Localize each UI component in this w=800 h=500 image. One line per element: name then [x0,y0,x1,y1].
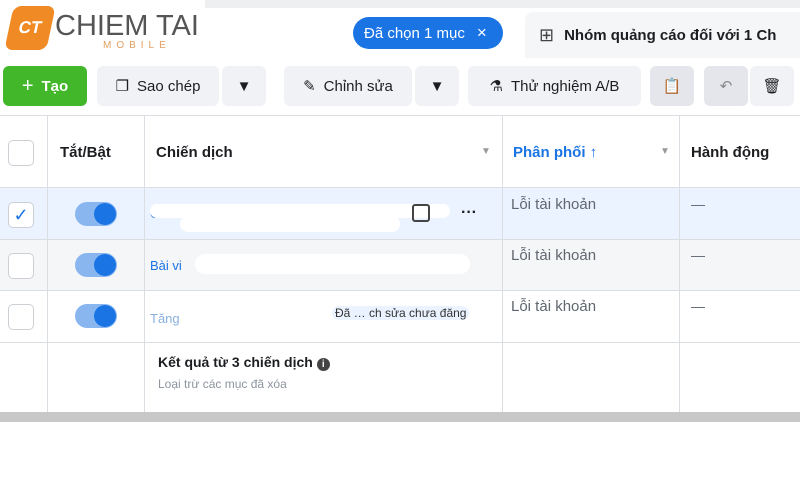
delivery-status: Lỗi tài khoản [511,247,597,264]
toolbar: + Tạo ❐ Sao chép ▼ ✎ Chỉnh sửa ▼ ⚗ Thử nghiệ… [0,66,800,106]
copy-dropdown-button[interactable]: ▼ [222,66,266,106]
campaign-name[interactable]: Bài vi [150,258,182,273]
logo-name: CHIEM TAI [55,10,199,42]
logo-mark: CT [4,6,56,50]
campaign-table: Tắt/Bật Chiến dịch ▼ Phân phối ↑ ▼ Hành … [0,115,800,412]
undo-button[interactable]: ↶ [704,66,748,106]
view-icon[interactable] [412,204,430,222]
plus-icon: + [21,74,34,97]
row-checkbox[interactable] [8,253,34,279]
copy-icon: ❐ [115,78,130,95]
copy-label: Sao chép [137,77,201,95]
delete-button[interactable]: 🗑 [750,66,794,106]
toggle-switch[interactable] [75,202,117,226]
tab-ad-sets[interactable]: ⊞ Nhóm quảng cáo đối với 1 Ch [525,12,800,58]
row-checkbox[interactable] [8,304,34,330]
toggle-switch[interactable] [75,253,117,277]
clipboard-icon: 📋 [662,78,682,95]
close-icon[interactable]: × [477,23,487,43]
edit-dropdown-button[interactable]: ▼ [415,66,459,106]
more-icon[interactable]: ··· [461,204,477,222]
logo: CT CHIEM TAI MOBILE [4,2,205,54]
create-label: Tạo [41,77,69,95]
copy-button[interactable]: ❐ Sao chép [97,66,219,106]
top-strip [205,0,800,8]
header-delivery[interactable]: Phân phối ↑ [513,144,597,161]
info-icon[interactable]: i [316,358,330,371]
horizontal-scrollbar[interactable] [0,412,800,422]
row-checkbox[interactable]: ✓ [8,202,34,228]
edit-status-badge: Đã … ch sửa chưa đăng [332,306,470,320]
create-button[interactable]: + Tạo [3,66,87,106]
pencil-icon: ✎ [303,78,316,95]
flask-icon: ⚗ [489,78,503,95]
selection-pill[interactable]: Đã chọn 1 mục × [353,17,503,49]
action-value: — [691,196,705,212]
campaign-name[interactable]: Tăng [150,311,180,326]
summary-text: Kết quả từ 3 chiến dịch [158,354,313,370]
header-toggle: Tắt/Bật [60,144,111,161]
header-action: Hành động [691,144,770,161]
caret-down-icon: ▼ [429,77,445,95]
action-value: — [691,298,705,314]
edit-button[interactable]: ✎ Chỉnh sửa [284,66,412,106]
caret-down-icon[interactable]: ▼ [481,146,491,157]
ab-test-label: Thử nghiệm A/B [511,77,620,95]
selection-label: Đã chọn 1 mục [364,24,465,42]
select-all-checkbox[interactable] [8,140,34,166]
action-value: — [691,247,705,263]
summary-title: Kết quả từ 3 chiến dịch i [158,354,330,371]
header-campaign[interactable]: Chiến dịch [156,144,233,161]
delivery-status: Lỗi tài khoản [511,298,597,315]
clipboard-button[interactable]: 📋 [650,66,694,106]
grid-icon: ⊞ [539,24,555,45]
delivery-status: Lỗi tài khoản [511,196,597,213]
tab-label: Nhóm quảng cáo đối với 1 Ch [564,26,777,44]
caret-down-icon: ▼ [236,77,252,95]
trash-icon: 🗑 [762,78,782,95]
ab-test-button[interactable]: ⚗ Thử nghiệm A/B [468,66,641,106]
summary-note: Loại trừ các mục đã xóa [158,377,287,391]
undo-icon: ↶ [719,78,733,95]
toggle-switch[interactable] [75,304,117,328]
logo-sub: MOBILE [103,40,171,51]
edit-label: Chỉnh sửa [323,77,393,95]
caret-down-icon[interactable]: ▼ [660,146,670,157]
